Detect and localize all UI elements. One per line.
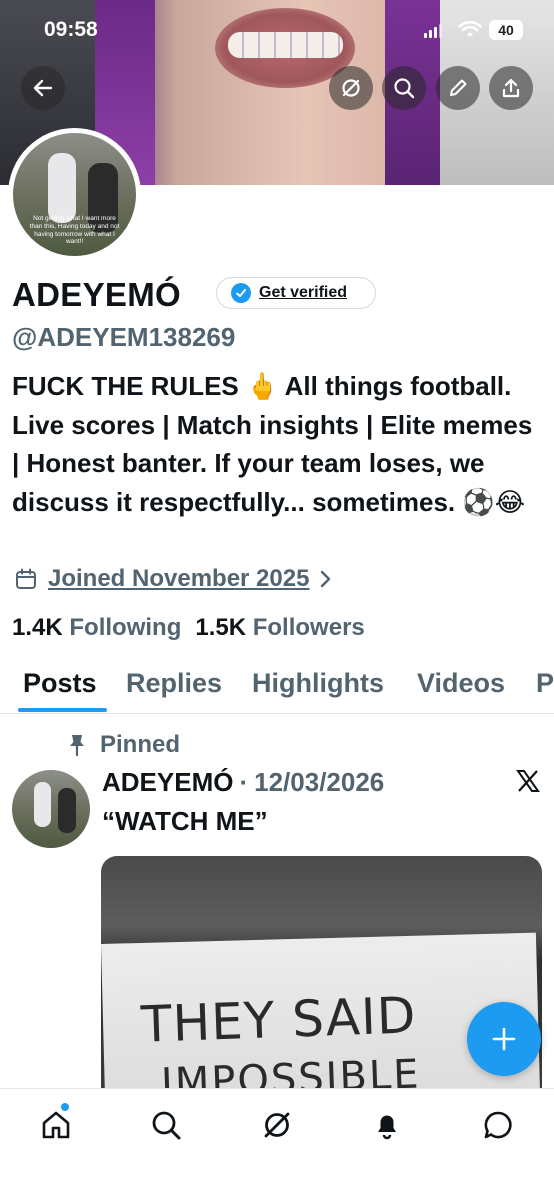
post-separator: · — [239, 767, 249, 797]
tab-posts[interactable]: Posts — [23, 668, 97, 699]
tab-videos[interactable]: Videos — [417, 668, 505, 699]
pinned-label: Pinned — [100, 731, 181, 758]
search-button[interactable] — [382, 66, 426, 110]
grok-icon — [342, 79, 360, 97]
nav-grok[interactable] — [257, 1105, 297, 1145]
post-author-avatar[interactable] — [12, 770, 90, 848]
tab-more[interactable]: P — [536, 668, 554, 699]
media-text-line-1: THEY SAID — [140, 986, 418, 1054]
following-link[interactable]: 1.4K Following — [12, 614, 181, 642]
pinned-indicator: Pinned — [66, 731, 180, 759]
nav-messages[interactable] — [478, 1105, 518, 1145]
grok-icon — [264, 1112, 290, 1138]
messages-icon — [484, 1111, 512, 1139]
post-avatar-figure-right — [58, 788, 76, 833]
profile-name: ADEYEMÓ — [12, 276, 181, 313]
share-icon — [502, 78, 520, 98]
followers-count: 1.5K — [195, 614, 247, 641]
edit-button[interactable] — [436, 66, 480, 110]
nav-home[interactable] — [36, 1105, 76, 1145]
status-time: 09:58 — [44, 18, 98, 41]
profile-bio: FUCK THE RULES 🖕 All things football. Li… — [12, 371, 533, 517]
arrow-left-icon — [33, 79, 53, 97]
profile-tabs: Posts Replies Highlights Videos P — [0, 664, 554, 714]
bottom-navigation — [0, 1088, 554, 1200]
x-logo-icon — [515, 768, 541, 802]
back-button[interactable] — [21, 66, 65, 110]
tab-replies[interactable]: Replies — [126, 668, 222, 699]
battery-indicator: 40 — [489, 20, 523, 40]
get-verified-button[interactable]: Get verified — [216, 277, 376, 309]
post-header: ADEYEMÓ · 12/03/2026 — [102, 767, 384, 798]
avatar-caption: Not getting what I want more than this, … — [29, 215, 120, 246]
post-date[interactable]: 12/03/2026 — [254, 767, 384, 798]
profile-handle: @ADEYEM138269 — [12, 322, 236, 352]
pin-icon — [70, 735, 84, 757]
verified-badge-icon — [231, 283, 251, 303]
follow-stats: 1.4K Following 1.5K Followers — [12, 614, 365, 642]
notifications-icon — [378, 1115, 396, 1140]
cellular-signal-icon — [424, 24, 442, 38]
followers-link[interactable]: 1.5K Followers — [195, 614, 364, 642]
share-button[interactable] — [489, 66, 533, 110]
followers-label: Followers — [252, 614, 365, 641]
get-verified-label: Get verified — [259, 284, 348, 301]
active-tab-indicator — [18, 708, 107, 712]
avatar-photo: Not getting what I want more than this, … — [13, 133, 136, 256]
following-label: Following — [69, 614, 182, 641]
joined-date: Joined November 2025 — [48, 565, 310, 592]
nav-notifications[interactable] — [367, 1105, 407, 1145]
home-icon — [42, 1111, 70, 1139]
calendar-icon — [16, 568, 36, 589]
compose-post-button[interactable] — [467, 1002, 541, 1076]
joined-date-link[interactable]: Joined November 2025 — [14, 565, 333, 593]
chevron-right-icon — [321, 570, 331, 588]
post-author-name[interactable]: ADEYEMÓ — [102, 767, 233, 798]
wifi-icon — [458, 20, 482, 37]
grok-button[interactable] — [329, 66, 373, 110]
post-text: “WATCH ME” — [102, 806, 268, 836]
search-icon — [152, 1111, 181, 1140]
nav-search[interactable] — [146, 1105, 186, 1145]
tab-highlights[interactable]: Highlights — [252, 668, 384, 699]
status-bar: 09:58 40 — [0, 16, 554, 46]
post-avatar-figure-left — [34, 782, 51, 827]
search-icon — [394, 78, 415, 99]
plus-icon — [492, 1027, 516, 1051]
pencil-icon — [450, 79, 467, 96]
following-count: 1.4K — [12, 614, 63, 641]
home-unread-dot — [61, 1103, 69, 1111]
profile-avatar[interactable]: Not getting what I want more than this, … — [8, 128, 141, 261]
avatar-figure-left — [48, 153, 76, 223]
